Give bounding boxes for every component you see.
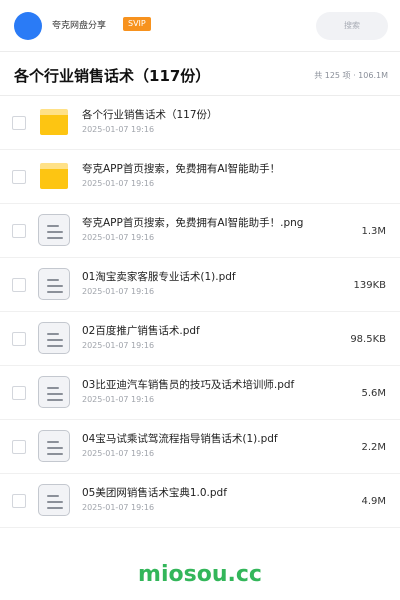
document-icon: [38, 376, 70, 408]
file-date: 2025-01-07 19:16: [82, 341, 155, 350]
file-date: 2025-01-07 19:16: [82, 449, 155, 458]
folder-icon: [38, 160, 70, 192]
file-date: 2025-01-07 19:16: [82, 233, 155, 242]
avatar[interactable]: [14, 12, 42, 40]
folder-icon: [38, 106, 70, 138]
document-icon: [38, 430, 70, 462]
file-date: 2025-01-07 19:16: [82, 503, 155, 512]
site-watermark: miosou.cc: [138, 562, 262, 587]
file-size: 139KB: [353, 280, 386, 291]
row-checkbox[interactable]: [12, 224, 26, 238]
document-icon: [38, 214, 70, 246]
file-name[interactable]: 05美团网销售话术宝典1.0.pdf: [82, 485, 342, 500]
file-row[interactable]: 02百度推广销售话术.pdf 2025-01-07 19:16 98.5KB: [0, 312, 400, 366]
file-name[interactable]: 02百度推广销售话术.pdf: [82, 323, 342, 338]
file-name[interactable]: 夸克APP首页搜索，免费拥有AI智能助手！: [82, 161, 342, 176]
file-date: 2025-01-07 19:16: [82, 125, 155, 134]
file-size: 1.3M: [361, 226, 386, 237]
app-header: 夸克网盘分享 SVIP 搜索: [0, 0, 400, 52]
row-checkbox[interactable]: [12, 116, 26, 130]
file-date: 2025-01-07 19:16: [82, 395, 155, 404]
file-size: 2.2M: [361, 442, 386, 453]
file-row[interactable]: 夸克APP首页搜索，免费拥有AI智能助手！.png 2025-01-07 19:…: [0, 204, 400, 258]
document-icon: [38, 322, 70, 354]
row-checkbox[interactable]: [12, 386, 26, 400]
file-row[interactable]: 04宝马试乘试驾流程指导销售话术(1).pdf 2025-01-07 19:16…: [0, 420, 400, 474]
file-row[interactable]: 03比亚迪汽车销售员的技巧及话术培训师.pdf 2025-01-07 19:16…: [0, 366, 400, 420]
file-name[interactable]: 夸克APP首页搜索，免费拥有AI智能助手！.png: [82, 215, 342, 230]
row-checkbox[interactable]: [12, 440, 26, 454]
row-checkbox[interactable]: [12, 494, 26, 508]
file-size: 5.6M: [361, 388, 386, 399]
row-checkbox[interactable]: [12, 170, 26, 184]
row-checkbox[interactable]: [12, 278, 26, 292]
file-name[interactable]: 各个行业销售话术（117份）: [82, 107, 342, 122]
row-checkbox[interactable]: [12, 332, 26, 346]
file-name[interactable]: 04宝马试乘试驾流程指导销售话术(1).pdf: [82, 431, 342, 446]
file-name[interactable]: 03比亚迪汽车销售员的技巧及话术培训师.pdf: [82, 377, 342, 392]
file-name[interactable]: 01淘宝卖家客服专业话术(1).pdf: [82, 269, 342, 284]
file-row[interactable]: 各个行业销售话术（117份） 2025-01-07 19:16: [0, 96, 400, 150]
file-row[interactable]: 夸克APP首页搜索，免费拥有AI智能助手！ 2025-01-07 19:16: [0, 150, 400, 204]
folder-title-bar: 各个行业销售话术（117份） 共 125 项 · 106.1M: [0, 52, 400, 96]
document-icon: [38, 484, 70, 516]
document-icon: [38, 268, 70, 300]
file-list: 各个行业销售话术（117份） 2025-01-07 19:16 夸克APP首页搜…: [0, 96, 400, 528]
brand-name: 夸克网盘分享: [52, 21, 107, 31]
file-size: 4.9M: [361, 496, 386, 507]
folder-stats: 共 125 项 · 106.1M: [314, 71, 388, 80]
search-input[interactable]: 搜索: [316, 12, 388, 40]
file-date: 2025-01-07 19:16: [82, 179, 155, 188]
svip-badge[interactable]: SVIP: [123, 17, 151, 31]
file-row[interactable]: 01淘宝卖家客服专业话术(1).pdf 2025-01-07 19:16 139…: [0, 258, 400, 312]
file-row[interactable]: 05美团网销售话术宝典1.0.pdf 2025-01-07 19:16 4.9M: [0, 474, 400, 528]
file-size: 98.5KB: [350, 334, 386, 345]
file-date: 2025-01-07 19:16: [82, 287, 155, 296]
page-title: 各个行业销售话术（117份）: [14, 67, 211, 85]
